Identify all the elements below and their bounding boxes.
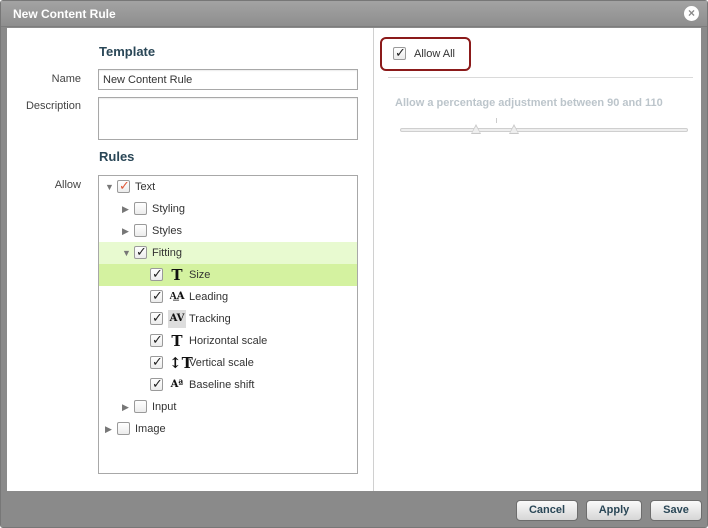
checkmark-icon: ✓ [152, 354, 163, 369]
new-content-rule-dialog: New Content Rule × Template Name Descrip… [0, 0, 708, 528]
checkmark-icon: ✓ [152, 310, 163, 325]
checkmark-icon: ✓ [152, 288, 163, 303]
tree-item-tracking[interactable]: ✓ AV Tracking [99, 308, 357, 330]
text-checkbox[interactable]: ✓ [117, 178, 130, 193]
name-label: Name [51, 73, 81, 85]
collapse-arrow-icon[interactable]: ▶ [122, 402, 129, 413]
tree-item-size[interactable]: ✓ T Size [99, 264, 357, 286]
input-checkbox[interactable] [134, 400, 147, 413]
description-label: Description [25, 100, 81, 112]
checkmark-icon: ✓ [395, 45, 406, 60]
horizontal-scale-icon: T [171, 332, 183, 350]
allow-all-checkbox[interactable]: ✓ [393, 45, 406, 60]
collapse-arrow-icon[interactable]: ▶ [122, 226, 129, 237]
leading-checkbox[interactable]: ✓ [150, 288, 163, 303]
font-size-icon: T [171, 266, 183, 284]
slider-tick [496, 118, 497, 123]
tree-item-leading[interactable]: ✓ A͟A Leading [99, 286, 357, 308]
slider-max-handle[interactable] [509, 124, 519, 134]
title-bar[interactable]: New Content Rule × [1, 1, 707, 27]
tree-item-label: Leading [189, 291, 229, 303]
tree-item-styles[interactable]: ▶ Styles [99, 220, 357, 242]
size-checkbox[interactable]: ✓ [150, 266, 163, 281]
tree-item-styling[interactable]: ▶ Styling [99, 198, 357, 220]
tree-item-fitting[interactable]: ▼ ✓ Fitting [99, 242, 357, 264]
checkmark-icon: ✓ [152, 332, 163, 347]
allow-all-label: Allow All [414, 48, 455, 60]
tree-item-baseline-shift[interactable]: ✓ Aª Baseline shift [99, 374, 357, 396]
tracking-icon: AV [168, 310, 186, 328]
apply-button[interactable]: Apply [586, 500, 642, 521]
vertical-scale-checkbox[interactable]: ✓ [150, 354, 163, 369]
tree-item-label: Baseline shift [189, 379, 255, 391]
fitting-checkbox[interactable]: ✓ [134, 244, 147, 259]
tree-item-label: Fitting [152, 247, 182, 259]
collapse-arrow-icon[interactable]: ▶ [122, 204, 129, 215]
vertical-scale-icon: ↕T [169, 354, 193, 372]
checkmark-icon: ✓ [136, 244, 147, 259]
tree-item-label: Horizontal scale [189, 335, 268, 347]
image-checkbox[interactable] [117, 422, 130, 435]
template-heading: Template [99, 44, 156, 59]
save-button[interactable]: Save [650, 500, 702, 521]
tree-item-label: Tracking [189, 313, 231, 325]
checkmark-icon: ✓ [152, 376, 163, 391]
tracking-checkbox[interactable]: ✓ [150, 310, 163, 325]
dialog-title: New Content Rule [13, 7, 116, 21]
tree-item-vertical-scale[interactable]: ✓ ↕T Vertical scale [99, 352, 357, 374]
tree-item-label: Size [189, 269, 211, 281]
leading-icon: A͟A [169, 291, 185, 302]
checkmark-icon: ✓ [152, 266, 163, 281]
tree-item-label: Text [135, 181, 156, 193]
right-panel-separator [388, 77, 693, 78]
dialog-content: Template Name Description Rules Allow ▼ … [7, 28, 701, 491]
styles-checkbox[interactable] [134, 224, 147, 237]
tree-item-label: Vertical scale [189, 357, 254, 369]
tree-item-label: Styling [152, 203, 186, 215]
tree-item-label: Styles [152, 225, 182, 237]
tree-item-horizontal-scale[interactable]: ✓ T Horizontal scale [99, 330, 357, 352]
allow-all-highlight[interactable]: ✓ Allow All [380, 37, 471, 71]
description-input[interactable] [98, 97, 358, 140]
close-icon[interactable]: × [684, 6, 699, 21]
adjustment-description: Allow a percentage adjustment between 90… [395, 97, 663, 109]
baseline-shift-checkbox[interactable]: ✓ [150, 376, 163, 391]
tree-item-label: Input [152, 401, 177, 413]
expand-arrow-icon[interactable]: ▼ [105, 182, 114, 192]
horizontal-scale-checkbox[interactable]: ✓ [150, 332, 163, 347]
checkmark-icon: ✓ [119, 178, 130, 193]
tree-item-text[interactable]: ▼ ✓ Text [99, 176, 357, 198]
tree-item-image[interactable]: ▶ Image [99, 418, 357, 440]
allow-label: Allow [54, 179, 81, 191]
slider-min-handle[interactable] [471, 124, 481, 134]
tree-item-label: Image [135, 423, 166, 435]
rules-tree[interactable]: ▼ ✓ Text ▶ Styling ▶ Styles ▼ ✓ Fitting … [98, 175, 358, 474]
styling-checkbox[interactable] [134, 202, 147, 215]
cancel-button[interactable]: Cancel [516, 500, 578, 521]
percentage-range-slider[interactable] [400, 128, 688, 132]
panel-divider [373, 28, 374, 491]
rules-heading: Rules [99, 149, 135, 164]
name-input[interactable] [98, 69, 358, 90]
collapse-arrow-icon[interactable]: ▶ [105, 424, 112, 435]
expand-arrow-icon[interactable]: ▼ [122, 248, 131, 258]
baseline-shift-icon: Aª [170, 379, 184, 390]
tree-item-input[interactable]: ▶ Input [99, 396, 357, 418]
